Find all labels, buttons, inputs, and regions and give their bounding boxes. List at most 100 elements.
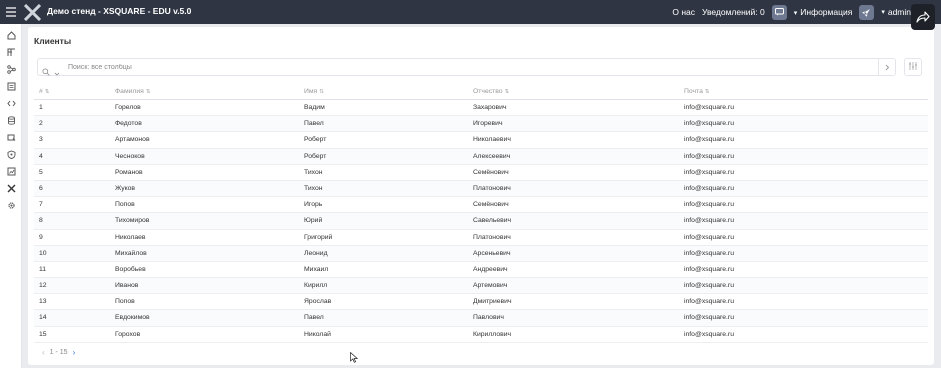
cell-last-name: Попов — [115, 201, 135, 209]
app-title: Демо стенд - XSQUARE - EDU v.5.0 — [47, 6, 192, 16]
column-header-num[interactable]: # ⇅ — [39, 88, 49, 95]
column-header-first-name[interactable]: Имя ⇅ — [304, 88, 324, 95]
info-menu-label: Информация — [800, 7, 853, 17]
table-row[interactable]: 15 Горохов Николай Кириллович info@xsquare.r… — [34, 327, 928, 343]
user-name: admin — [887, 7, 911, 17]
cell-first-name: Павел — [304, 314, 324, 322]
cell-patronymic: Платонович — [473, 233, 511, 241]
cell-last-name: Михайлов — [115, 249, 147, 257]
cell-patronymic: Кириллович — [473, 330, 512, 338]
cell-email: info@xsquare.ru — [684, 136, 734, 144]
table-row[interactable]: 1 Горелов Вадим Захарович info@xsquare.ru — [34, 100, 928, 117]
user-menu[interactable]: ▾ admin — [881, 7, 911, 17]
search-icon[interactable] — [42, 63, 50, 81]
cell-last-name: Николаев — [115, 233, 146, 241]
table-row[interactable]: 12 Иванов Кирилл Артемович info@xsquare.ru — [34, 278, 928, 295]
column-header-label: Имя — [304, 88, 318, 95]
sort-icon: ⇅ — [145, 89, 151, 95]
menu-icon[interactable] — [0, 0, 22, 24]
cell-first-name: Павел — [304, 120, 324, 128]
cell-num: 7 — [39, 201, 43, 209]
table-row[interactable]: 14 Евдокимов Павел Павлович info@xsquare.ru — [34, 310, 928, 327]
cell-patronymic: Савельевич — [473, 217, 512, 225]
cell-first-name: Вадим — [304, 104, 325, 111]
cell-patronymic: Захарович — [473, 104, 507, 111]
cell-num: 14 — [39, 314, 47, 322]
cell-first-name: Кирилл — [304, 282, 328, 290]
cell-email: info@xsquare.ru — [684, 265, 734, 273]
table-row[interactable]: 4 Чесноков Роберт Алексеевич info@xsquare.ru — [34, 148, 928, 165]
top-bar: Демо стенд - XSQUARE - EDU v.5.0 О нас У… — [0, 0, 941, 24]
table-row[interactable]: 11 Воробьев Михаил Андреевич info@xsquare.ru — [34, 262, 928, 279]
column-header-label: Почта — [684, 88, 703, 95]
cell-patronymic: Николаевич — [473, 136, 511, 144]
cell-num: 5 — [39, 168, 43, 176]
exit-icon[interactable] — [911, 4, 935, 30]
cell-last-name: Жуков — [115, 184, 136, 192]
cell-num: 13 — [39, 298, 47, 306]
search-input[interactable] — [68, 61, 868, 74]
cell-last-name: Иванов — [115, 282, 139, 290]
table-row[interactable]: 10 Михайлов Леонид Арсеньевич info@xsquare.r… — [34, 245, 928, 262]
column-header-label: Фамилия — [115, 88, 144, 95]
forms-icon[interactable] — [6, 81, 16, 91]
table-header: # ⇅ Фамилия ⇅ Имя ⇅ Отчество ⇅ Почта ⇅ — [34, 83, 928, 100]
cell-patronymic: Арсеньевич — [473, 249, 511, 257]
cell-num: 15 — [39, 330, 47, 338]
table-row[interactable]: 5 Романов Тихон Семёнович info@xsquare.ru — [34, 165, 928, 181]
reports-icon[interactable] — [6, 166, 16, 176]
clients-card: Клиенты #⇅ Фамилия⇅ Имя⇅ Отчество⇅ Почта… — [28, 27, 934, 365]
column-header-email[interactable]: Почта ⇅ — [684, 88, 709, 95]
column-settings-button[interactable] — [904, 58, 922, 76]
cell-last-name: Романов — [115, 168, 143, 176]
cell-email: info@xsquare.ru — [684, 152, 734, 160]
dashboard-icon[interactable] — [6, 47, 16, 57]
table-row[interactable]: 2 Федотов Павел Игоревич info@xsquare.ru — [34, 116, 928, 133]
security-icon[interactable] — [6, 149, 16, 159]
column-header-patronymic[interactable]: Отчество ⇅ — [473, 88, 509, 95]
cell-last-name: Чесноков — [115, 152, 145, 160]
about-link[interactable]: О нас — [672, 7, 695, 17]
integration-icon[interactable] — [6, 132, 16, 142]
table-row[interactable]: 7 Попов Игорь Семёнович info@xsquare.ru — [34, 197, 928, 214]
chevron-right-icon[interactable]: › — [73, 348, 76, 357]
flow-icon[interactable] — [6, 64, 16, 74]
cell-patronymic: Дмитриевич — [473, 298, 512, 306]
chevron-right-icon[interactable] — [878, 59, 895, 75]
chevron-left-icon[interactable]: ‹ — [42, 348, 45, 357]
cell-first-name: Юрий — [304, 217, 323, 225]
cell-last-name: Евдокимов — [115, 314, 150, 322]
table-row[interactable]: 9 Николаев Григорий Платонович info@xsquare.… — [34, 230, 928, 246]
rocket-icon[interactable] — [859, 4, 875, 20]
info-menu[interactable]: ▾ Информация — [794, 7, 853, 17]
cell-email: info@xsquare.ru — [684, 201, 734, 209]
table-row[interactable]: 6 Жуков Тихон Платонович info@xsquare.ru — [34, 180, 928, 198]
cell-first-name: Михаил — [304, 265, 329, 273]
notifications-counter[interactable]: Уведомлений: 0 — [702, 7, 765, 17]
code-icon[interactable] — [6, 98, 16, 108]
cell-email: info@xsquare.ru — [684, 249, 734, 257]
column-header-label: Отчество — [473, 88, 503, 95]
cell-patronymic: Семёнович — [473, 201, 509, 209]
column-header-label: # — [39, 88, 43, 95]
cell-num: 4 — [39, 152, 43, 160]
cell-email: info@xsquare.ru — [684, 233, 734, 241]
database-icon[interactable] — [6, 115, 16, 125]
tools-icon[interactable] — [6, 183, 16, 193]
cell-email: info@xsquare.ru — [684, 330, 734, 338]
table-row[interactable]: 8 Тихомиров Юрий Савельевич info@xsquare.ru — [34, 213, 928, 230]
table-row[interactable]: 13 Попов Ярослав Дмитриевич info@xsquare.ru — [34, 294, 928, 311]
cell-patronymic: Артемович — [473, 282, 508, 290]
chat-icon[interactable] — [771, 4, 787, 20]
cell-last-name: Тихомиров — [115, 217, 150, 225]
column-header-last-name[interactable]: Фамилия ⇅ — [115, 88, 150, 95]
cell-num: 12 — [39, 282, 47, 290]
home-icon[interactable] — [6, 30, 16, 40]
chevron-down-icon[interactable] — [54, 64, 60, 82]
cell-num: 6 — [39, 184, 43, 192]
chevron-down-icon: ▾ — [881, 9, 885, 16]
settings-icon[interactable] — [6, 200, 16, 210]
header-right: О нас Уведомлений: 0 ▾ Информация ▾ admin — [672, 0, 941, 24]
cell-last-name: Горелов — [115, 104, 141, 111]
table-row[interactable]: 3 Артамонов Роберт Николаевич info@xsquare.r… — [34, 132, 928, 149]
